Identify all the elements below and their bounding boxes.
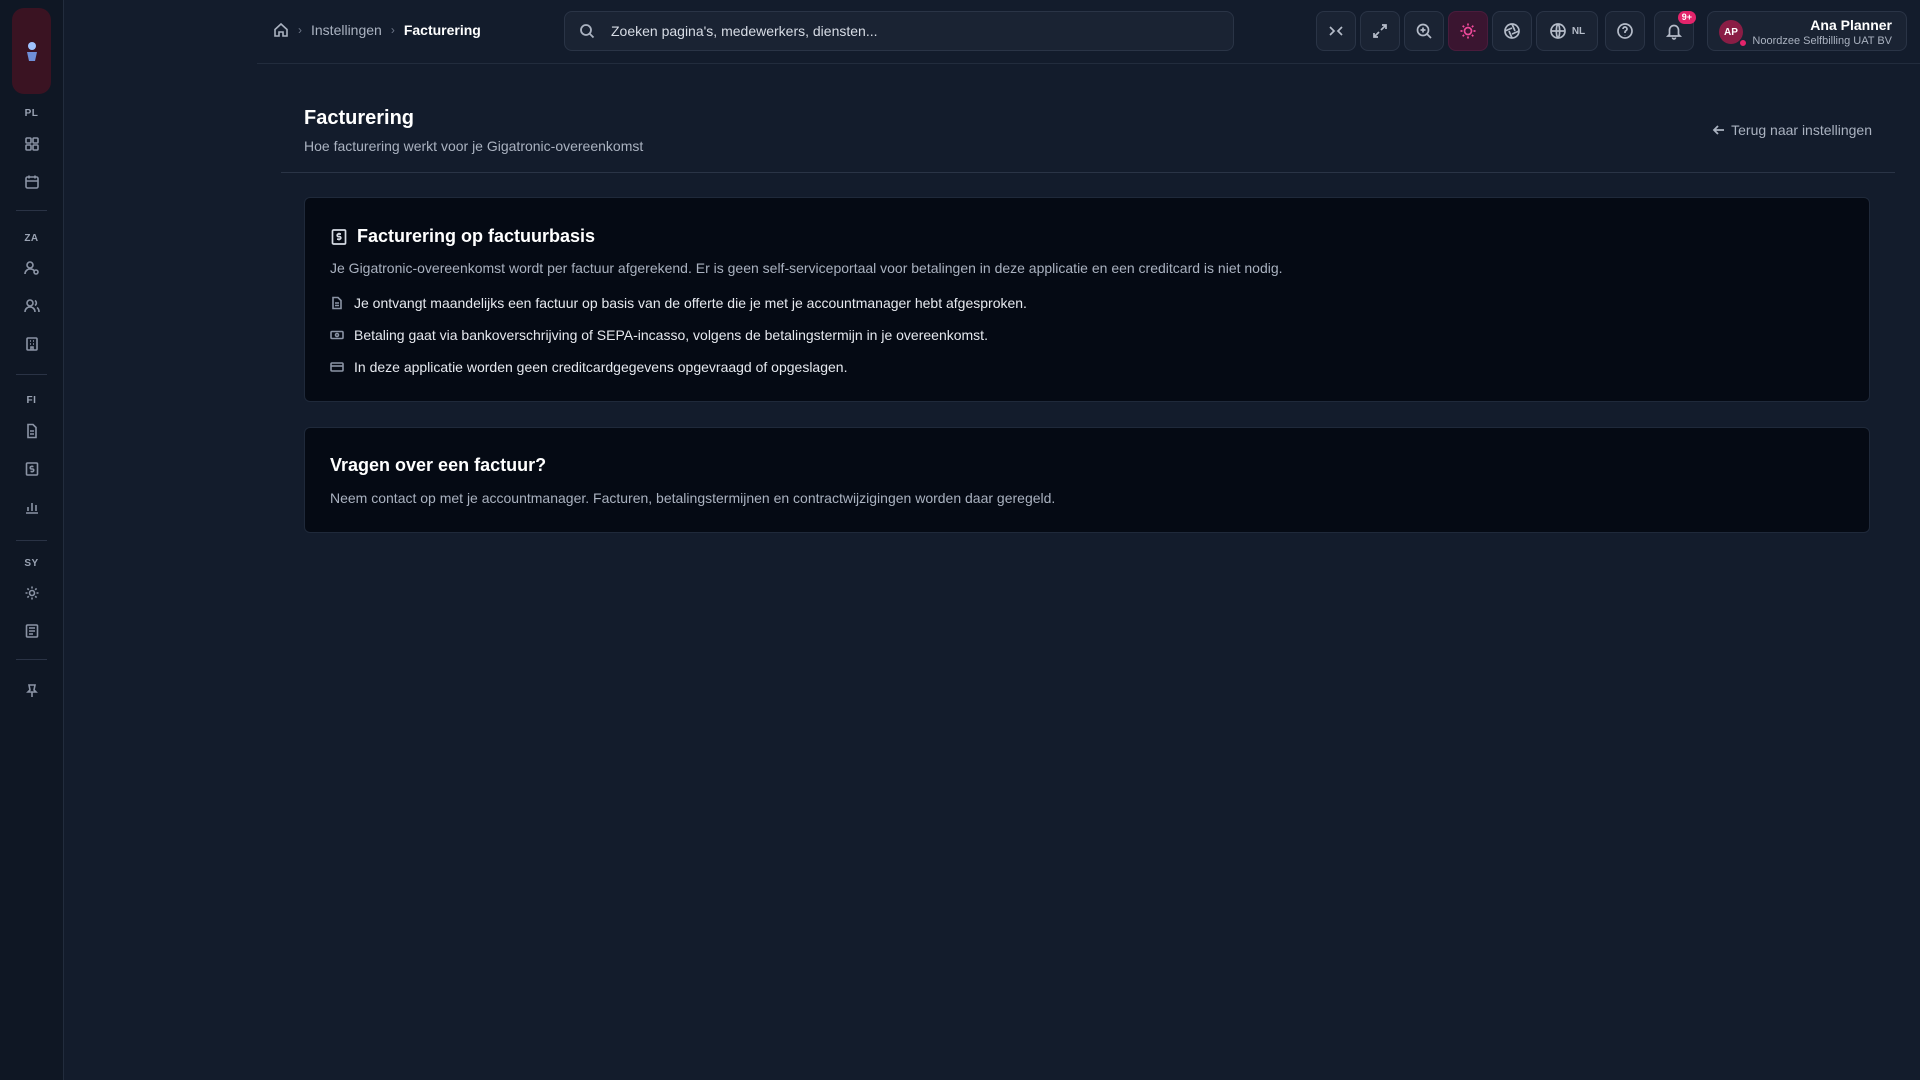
list-item: Betaling gaat via bankoverschrijving of …: [330, 327, 988, 343]
chart-icon[interactable]: [21, 496, 43, 518]
sidebar-divider: [16, 210, 47, 211]
log-icon[interactable]: [21, 620, 43, 642]
building-icon[interactable]: [21, 333, 43, 355]
list-item: Je ontvangt maandelijks een factuur op b…: [330, 295, 1027, 311]
user-organization: Noordzee Selfbilling UAT BV: [1752, 35, 1892, 47]
section-label-sy: SY: [24, 558, 39, 569]
dashboard-icon[interactable]: [21, 133, 43, 155]
section-label-pl: PL: [24, 108, 39, 119]
search-input[interactable]: [609, 22, 1213, 40]
list-item-text: Betaling gaat via bankoverschrijving of …: [354, 327, 988, 343]
sidebar: PL ZA FI SY: [0, 0, 64, 1080]
page-title: Facturering: [304, 107, 415, 129]
globe-icon: [1549, 23, 1566, 39]
breadcrumb: › Instellingen › Facturering: [273, 22, 481, 38]
zoom-button[interactable]: [1404, 11, 1444, 51]
zoom-in-icon: [1416, 23, 1432, 39]
help-icon: [1617, 23, 1633, 39]
document-icon[interactable]: [21, 420, 43, 442]
users-icon[interactable]: [21, 295, 43, 317]
breadcrumb-current: Facturering: [403, 22, 481, 38]
aperture-button[interactable]: [1492, 11, 1532, 51]
notification-badge: 9+: [1677, 11, 1696, 24]
language-button[interactable]: NL: [1536, 11, 1598, 51]
list-item: In deze applicatie worden geen creditcar…: [330, 359, 847, 375]
collapse-sidebar-button[interactable]: [1316, 11, 1356, 51]
list-item-text: Je ontvangt maandelijks een factuur op b…: [354, 295, 1027, 311]
card-title-text: Facturering op factuurbasis: [357, 226, 596, 246]
credit-card-icon: [330, 362, 344, 372]
gear-icon[interactable]: [21, 582, 43, 604]
theme-toggle-button[interactable]: [1448, 11, 1488, 51]
calendar-icon[interactable]: [21, 171, 43, 193]
section-label-fi: FI: [26, 395, 37, 406]
back-to-settings-link[interactable]: Terug naar instellingen: [1712, 122, 1872, 138]
home-icon[interactable]: [273, 22, 289, 38]
billing-info-card: Facturering op factuurbasis Je Gigatroni…: [304, 197, 1870, 402]
sidebar-divider: [16, 374, 47, 375]
user-name: Ana Planner: [1810, 17, 1892, 33]
top-bar: › Instellingen › Facturering NL 9+ AP An…: [257, 0, 1920, 64]
section-label-za: ZA: [24, 233, 39, 244]
collapse-icon: [1329, 26, 1343, 36]
breadcrumb-instellingen[interactable]: Instellingen: [311, 22, 382, 38]
bell-icon: [1665, 24, 1683, 40]
search-icon: [580, 24, 595, 39]
help-button[interactable]: [1605, 11, 1645, 51]
back-link-label: Terug naar instellingen: [1731, 122, 1872, 138]
sidebar-divider: [16, 659, 47, 660]
user-settings-icon[interactable]: [21, 257, 43, 279]
pin-icon[interactable]: [21, 680, 43, 702]
card-description: Neem contact op met je accountmanager. F…: [330, 490, 1056, 506]
card-title: Vragen over een factuur?: [330, 455, 547, 475]
list-item-text: In deze applicatie worden geen creditcar…: [354, 359, 848, 375]
invoice-icon[interactable]: [21, 458, 43, 480]
status-dot: [1739, 39, 1747, 47]
invoice-icon: [331, 228, 347, 245]
notifications-button[interactable]: 9+: [1654, 11, 1696, 51]
chevron-right-icon: ›: [390, 23, 395, 37]
language-code: NL: [1571, 25, 1586, 37]
invoice-questions-card: Vragen over een factuur? Neem contact op…: [304, 427, 1870, 533]
arrow-left-icon: [1712, 125, 1725, 135]
expand-icon: [1373, 24, 1387, 38]
user-menu[interactable]: AP Ana Planner Noordzee Selfbilling UAT …: [1707, 11, 1907, 51]
chevron-right-icon: ›: [298, 23, 302, 37]
banknote-icon: [330, 330, 344, 340]
fullscreen-button[interactable]: [1360, 11, 1400, 51]
page-header: Facturering Hoe facturering werkt voor j…: [281, 100, 1895, 173]
sun-icon: [1460, 23, 1476, 39]
card-title: Facturering op factuurbasis: [330, 226, 595, 247]
page-subtitle: Hoe facturering werkt voor je Gigatronic…: [304, 138, 644, 154]
logo-icon: [26, 42, 37, 61]
document-icon: [332, 296, 342, 310]
card-description: Je Gigatronic-overeenkomst wordt per fac…: [330, 260, 1283, 276]
sidebar-divider: [16, 540, 47, 541]
aperture-icon: [1504, 23, 1520, 39]
app-logo[interactable]: [12, 8, 51, 94]
search-bar: [564, 11, 1234, 51]
